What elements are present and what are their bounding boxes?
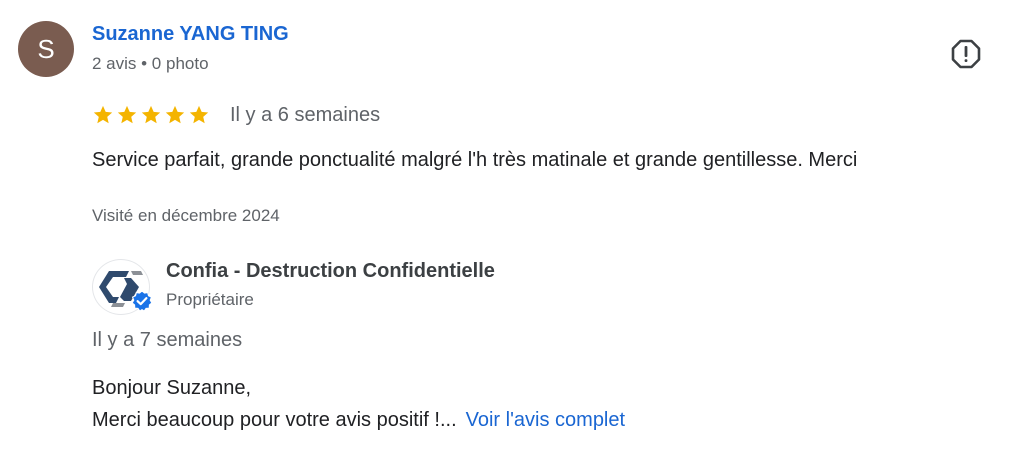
author-name[interactable]: Suzanne YANG TING xyxy=(92,23,289,46)
verified-badge-icon xyxy=(131,290,153,312)
report-button[interactable] xyxy=(948,35,984,71)
review-text: Service parfait, grande ponctualité malg… xyxy=(92,149,858,171)
visit-date: Visité en décembre 2024 xyxy=(92,206,280,225)
reply-date: Il y a 7 semaines xyxy=(92,329,243,351)
review-card: S Suzanne YANG TING 2 avis • 0 photo Il … xyxy=(0,0,1024,450)
reply-greeting: Bonjour Suzanne, xyxy=(92,377,252,399)
report-flag-icon xyxy=(951,39,981,69)
owner-logo[interactable] xyxy=(92,259,153,315)
star-icon xyxy=(117,105,137,124)
owner-business-name[interactable]: Confia - Destruction Confidentielle xyxy=(166,260,495,283)
reply-excerpt-line: Merci beaucoup pour votre avis positif !… xyxy=(92,409,625,432)
star-icon xyxy=(93,105,113,124)
owner-role: Propriétaire xyxy=(166,290,254,309)
star-icon xyxy=(189,105,209,124)
rating-row: Il y a 6 semaines xyxy=(92,102,380,128)
read-more-link[interactable]: Voir l'avis complet xyxy=(466,409,625,431)
review-date: Il y a 6 semaines xyxy=(230,103,381,126)
reply-excerpt: Merci beaucoup pour votre avis positif !… xyxy=(92,409,457,431)
avatar[interactable]: S xyxy=(18,21,74,77)
star-rating xyxy=(92,104,210,126)
star-icon xyxy=(141,105,161,124)
author-meta: 2 avis • 0 photo xyxy=(92,54,209,73)
star-icon xyxy=(165,105,185,124)
